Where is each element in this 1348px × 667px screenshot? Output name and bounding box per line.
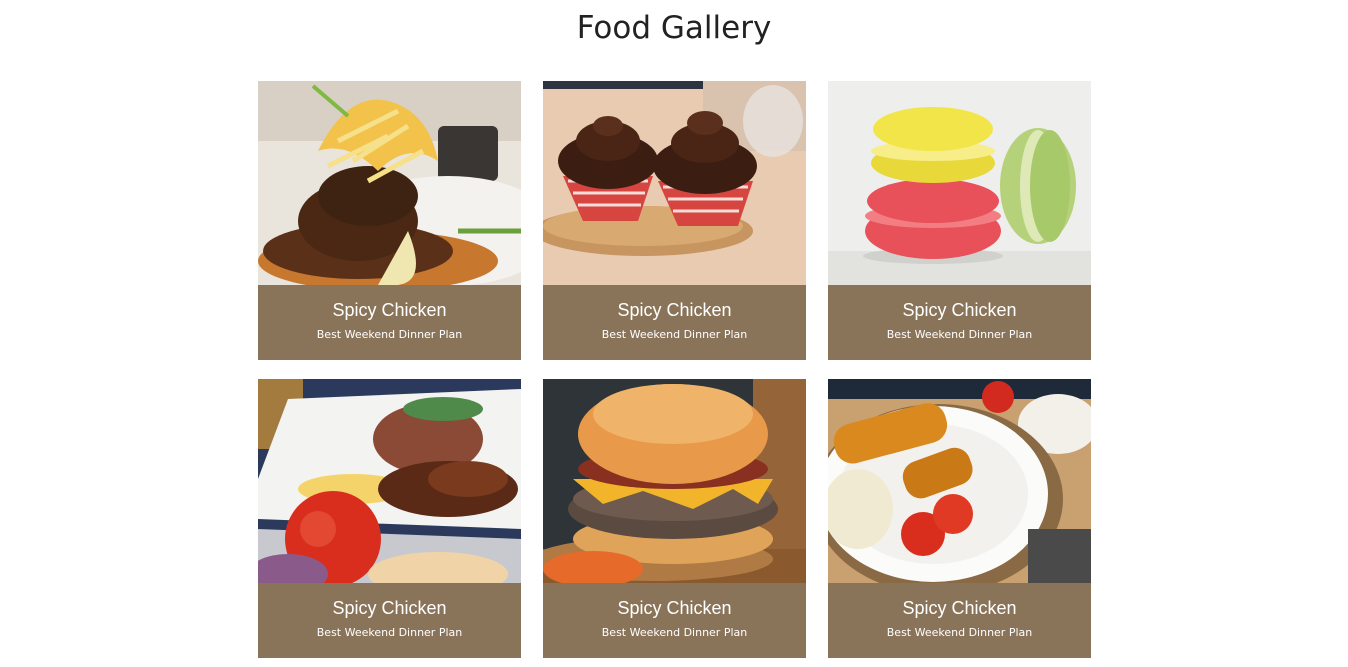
gallery-card[interactable]: Spicy Chicken Best Weekend Dinner Plan: [543, 379, 806, 658]
card-title: Spicy Chicken: [332, 598, 447, 618]
card-title: Spicy Chicken: [902, 598, 1017, 618]
card-title: Spicy Chicken: [902, 300, 1017, 320]
card-caption: Spicy Chicken Best Weekend Dinner Plan: [258, 285, 521, 360]
card-subtitle: Best Weekend Dinner Plan: [601, 626, 748, 639]
card-subtitle: Best Weekend Dinner Plan: [886, 328, 1033, 341]
food-photo-rice-platter: [258, 379, 521, 583]
card-title: Spicy Chicken: [332, 300, 447, 320]
gallery-grid: Spicy Chicken Best Weekend Dinner Plan S…: [258, 81, 1091, 658]
card-caption: Spicy Chicken Best Weekend Dinner Plan: [828, 583, 1091, 658]
card-subtitle: Best Weekend Dinner Plan: [316, 626, 463, 639]
food-photo-burger: [543, 379, 806, 583]
card-caption: Spicy Chicken Best Weekend Dinner Plan: [543, 285, 806, 360]
gallery-card[interactable]: Spicy Chicken Best Weekend Dinner Plan: [543, 81, 806, 360]
food-photo-plated-meat: [258, 81, 521, 285]
gallery-card[interactable]: Spicy Chicken Best Weekend Dinner Plan: [828, 81, 1091, 360]
food-gallery-page: Food Gallery Spicy Chicken Best Weekend …: [0, 0, 1348, 667]
gallery-card[interactable]: Spicy Chicken Best Weekend Dinner Plan: [258, 81, 521, 360]
food-photo-macarons: [828, 81, 1091, 285]
gallery-card[interactable]: Spicy Chicken Best Weekend Dinner Plan: [258, 379, 521, 658]
card-caption: Spicy Chicken Best Weekend Dinner Plan: [543, 583, 806, 658]
food-photo-spring-rolls: [828, 379, 1091, 583]
card-subtitle: Best Weekend Dinner Plan: [886, 626, 1033, 639]
card-subtitle: Best Weekend Dinner Plan: [601, 328, 748, 341]
card-title: Spicy Chicken: [617, 300, 732, 320]
page-title: Food Gallery: [576, 10, 772, 46]
card-title: Spicy Chicken: [617, 598, 732, 618]
food-photo-cupcakes: [543, 81, 806, 285]
gallery-card[interactable]: Spicy Chicken Best Weekend Dinner Plan: [828, 379, 1091, 658]
card-caption: Spicy Chicken Best Weekend Dinner Plan: [258, 583, 521, 658]
card-subtitle: Best Weekend Dinner Plan: [316, 328, 463, 341]
card-caption: Spicy Chicken Best Weekend Dinner Plan: [828, 285, 1091, 360]
